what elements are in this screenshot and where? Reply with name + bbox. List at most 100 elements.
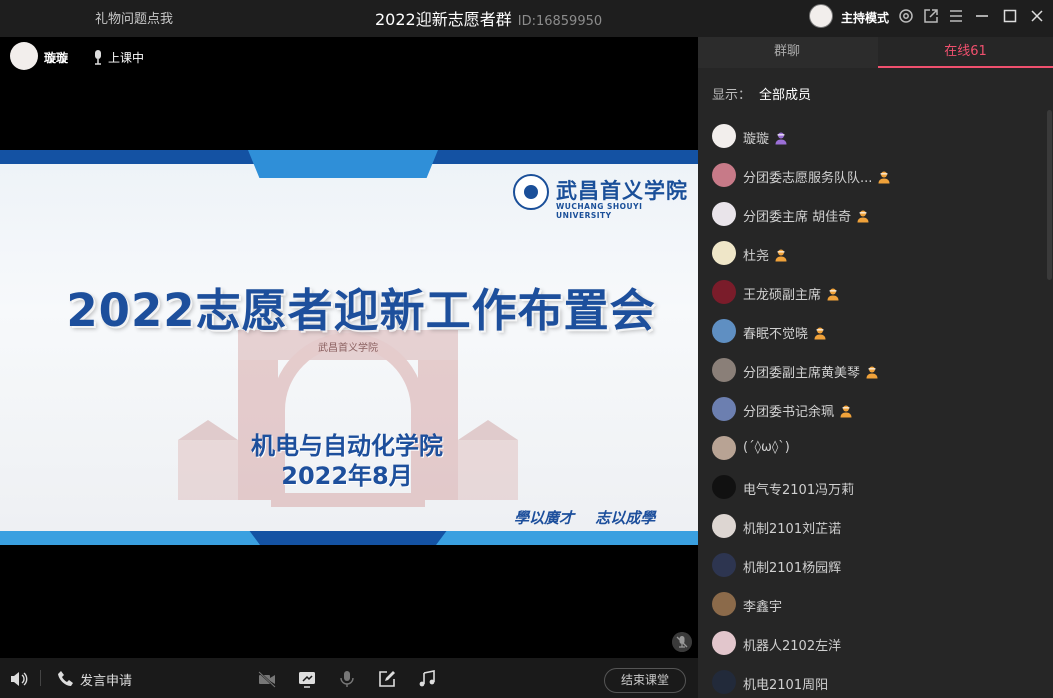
member-name: 机器人2102左洋: [743, 639, 842, 654]
member-avatar: [712, 514, 736, 538]
slide-top-tab: [248, 150, 438, 178]
member-avatar: [712, 436, 736, 460]
mic-off-icon[interactable]: [337, 669, 357, 689]
tab-group-chat[interactable]: 群聊: [698, 37, 876, 68]
speak-request-button[interactable]: 发言申请: [80, 670, 132, 689]
admin-badge-icon: [775, 249, 787, 262]
close-icon[interactable]: [1028, 7, 1046, 25]
member-name-wrap: 机电2101周阳: [743, 674, 828, 693]
member-list-item[interactable]: 分团委主席 胡佳奇: [698, 194, 1053, 233]
popout-icon[interactable]: [922, 7, 940, 25]
member-avatar: [712, 631, 736, 655]
teacher-name: 璇璇: [44, 51, 69, 65]
group-id: ID:16859950: [517, 14, 603, 29]
member-avatar: [712, 163, 736, 187]
member-list-item[interactable]: 机电2101周阳: [698, 662, 1053, 698]
menu-icon[interactable]: [947, 7, 965, 25]
admin-badge-icon: [857, 210, 869, 223]
slide-motto: 學以廣才 志以成學: [514, 509, 656, 527]
admin-badge-icon: [878, 171, 890, 184]
member-panel: 群聊 在线61 显示： 全部成员 璇璇分团委志愿服务队队... 分团委主席 胡佳奇杜…: [698, 37, 1053, 698]
member-name: 机电2101周阳: [743, 678, 829, 693]
video-stage: 璇璇 上课中 武昌首义学院 武昌首义学院 WUCHANG SHOUYI UNIV…: [0, 37, 698, 658]
presentation-slide: 武昌首义学院 武昌首义学院 WUCHANG SHOUYI UNIVERSITY …: [0, 150, 698, 545]
member-avatar: [712, 358, 736, 382]
tab-online-members[interactable]: 在线61: [878, 37, 1053, 68]
music-icon[interactable]: [417, 669, 437, 689]
member-name: 机制2101杨园辉: [743, 561, 842, 576]
member-name: 分团委副主席黄美琴: [743, 366, 861, 381]
member-name: 电气专2101冯万莉: [743, 483, 855, 498]
minimize-icon[interactable]: [973, 7, 991, 25]
member-name: 机制2101刘芷诺: [743, 522, 842, 537]
member-list-scrollbar[interactable]: [1047, 110, 1052, 280]
member-name-wrap: 机制2101杨园辉: [743, 557, 841, 576]
member-name: 李鑫宇: [743, 600, 783, 615]
member-list-item[interactable]: 李鑫宇: [698, 584, 1053, 623]
filter-label: 显示：: [712, 88, 752, 103]
teacher-avatar[interactable]: [10, 42, 38, 70]
gift-help-link[interactable]: 礼物问题点我: [95, 8, 173, 27]
member-avatar: [712, 475, 736, 499]
university-name-en: WUCHANG SHOUYI UNIVERSITY: [556, 202, 643, 220]
member-name: 杜尧: [743, 249, 770, 264]
member-list-item[interactable]: 璇璇: [698, 116, 1053, 155]
member-list-item[interactable]: 机器人2102左洋: [698, 623, 1053, 662]
member-list-item[interactable]: 分团委副主席黄美琴: [698, 350, 1053, 389]
member-name-wrap: 分团委副主席黄美琴: [743, 362, 879, 381]
maximize-icon[interactable]: [1001, 7, 1019, 25]
member-name-wrap: 电气专2101冯万莉: [743, 479, 854, 498]
whiteboard-edit-icon[interactable]: [377, 669, 397, 689]
member-list-item[interactable]: 分团委书记余珮: [698, 389, 1053, 428]
slide-bottom-band-left: [0, 531, 260, 545]
member-list-item[interactable]: 机制2101杨园辉: [698, 545, 1053, 584]
member-list-item[interactable]: (ˊ◊ω◊ˋ): [698, 428, 1053, 467]
university-emblem-icon: [513, 174, 549, 210]
class-status: 上课中: [108, 51, 145, 65]
member-list-item[interactable]: 机制2101刘芷诺: [698, 506, 1053, 545]
member-name-wrap: 杜尧: [743, 245, 788, 264]
window-title: 2022迎新志愿者群 ID:16859950: [375, 6, 602, 30]
member-name-wrap: 李鑫宇: [743, 596, 782, 615]
member-list-item[interactable]: 分团委志愿服务队队...: [698, 155, 1053, 194]
member-list-item[interactable]: 王龙硕副主席: [698, 272, 1053, 311]
member-name-wrap: 分团委主席 胡佳奇: [743, 206, 870, 225]
member-name-wrap: (ˊ◊ω◊ˋ): [743, 440, 790, 455]
member-name: 分团委书记余珮: [743, 405, 835, 420]
member-name: 分团委志愿服务队队...: [743, 171, 873, 186]
end-class-button[interactable]: 结束课堂: [604, 668, 686, 693]
host-avatar[interactable]: [809, 4, 833, 28]
muted-mic-icon[interactable]: [672, 632, 692, 652]
member-name-wrap: 春眠不觉晓: [743, 323, 827, 342]
member-name-wrap: 分团委书记余珮: [743, 401, 853, 420]
university-name-cn: 武昌首义学院: [556, 178, 688, 203]
member-list-item[interactable]: 杜尧: [698, 233, 1053, 272]
admin-badge-icon: [840, 405, 852, 418]
member-list-item[interactable]: 春眠不觉晓: [698, 311, 1053, 350]
camera-off-icon[interactable]: [257, 669, 277, 689]
member-name: 璇璇: [743, 132, 770, 147]
member-avatar: [712, 280, 736, 304]
member-name: 王龙硕副主席: [743, 288, 822, 303]
member-list-item[interactable]: 电气专2101冯万莉: [698, 467, 1053, 506]
member-name: 分团委主席 胡佳奇: [743, 210, 852, 225]
member-avatar: [712, 592, 736, 616]
settings-icon[interactable]: [897, 7, 915, 25]
admin-badge-icon: [814, 327, 826, 340]
screen-share-icon[interactable]: [297, 669, 317, 689]
bottom-toolbar: 发言申请 结束课堂: [0, 658, 698, 698]
member-name-wrap: 机器人2102左洋: [743, 635, 841, 654]
group-name: 2022迎新志愿者群: [375, 10, 512, 29]
host-mode-button[interactable]: 主持模式: [841, 9, 889, 26]
slide-title: 2022志愿者迎新工作布置会: [66, 284, 656, 337]
member-name: 春眠不觉晓: [743, 327, 809, 342]
admin-badge-icon: [827, 288, 839, 301]
member-name-wrap: 分团委志愿服务队队...: [743, 167, 891, 186]
speaker-icon[interactable]: [8, 669, 28, 689]
member-avatar: [712, 124, 736, 148]
filter-value[interactable]: 全部成员: [759, 88, 811, 103]
member-name-wrap: 王龙硕副主席: [743, 284, 840, 303]
member-filter[interactable]: 显示： 全部成员: [712, 84, 811, 103]
phone-icon[interactable]: [56, 669, 76, 689]
title-bar: 礼物问题点我 2022迎新志愿者群 ID:16859950 主持模式: [0, 0, 1053, 37]
